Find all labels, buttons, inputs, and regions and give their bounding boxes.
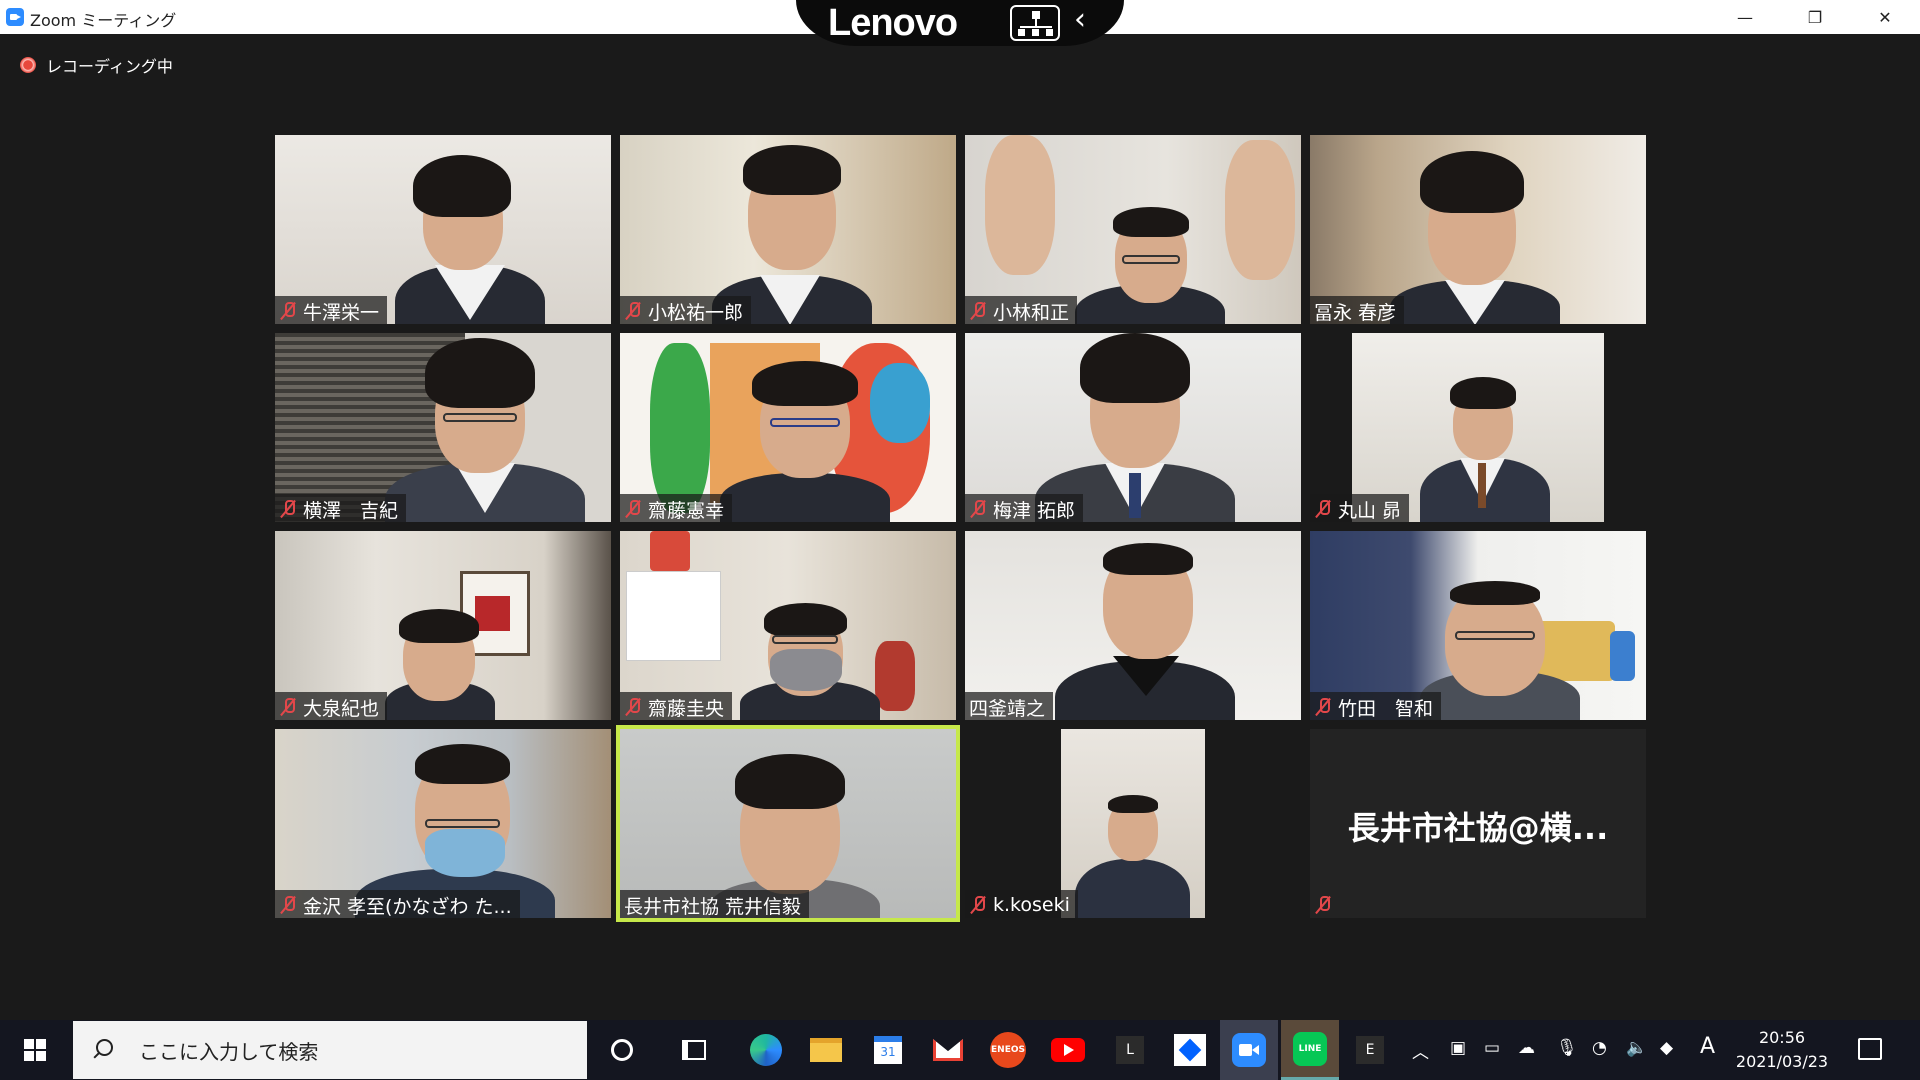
participant-display-name: 長井市社協@横... [1347,809,1609,847]
search-placeholder: ここに入力して検索 [139,1039,319,1064]
participant-nameplate: 竹田 智和 [1310,692,1442,720]
participant-nameplate: 横澤 吉紀 [275,494,407,522]
video-tile[interactable]: 冨永 春彦 [1310,135,1646,324]
mic-muted-icon [279,301,297,321]
lenovo-toolbar: Lenovo ‹ [796,0,1124,46]
line-icon[interactable]: LINE [1281,1020,1339,1080]
video-tile[interactable]: 小林和正 [965,135,1301,324]
dropbox-tray-icon[interactable]: ◆ [1660,1038,1673,1058]
video-tile[interactable]: 小松祐一郎 [620,135,956,324]
collapse-chevron-icon[interactable]: ‹ [1074,2,1086,37]
zoom-icon[interactable] [1220,1020,1278,1080]
mic-muted-icon [1314,697,1332,717]
taskbar-clock[interactable]: 20:56 2021/03/23 [1730,1026,1834,1074]
mic-muted-icon [1314,499,1332,519]
minimize-button[interactable]: — [1710,0,1780,34]
recording-dot-icon [20,57,36,73]
cortana-icon[interactable] [604,1032,640,1068]
onedrive-error-icon[interactable]: ☁ [1518,1038,1535,1058]
video-tile[interactable]: 横澤 吉紀 [275,333,611,522]
notifications-icon[interactable] [1858,1038,1882,1060]
video-tile[interactable]: 牛澤栄一 [275,135,611,324]
participant-nameplate: 冨永 春彦 [1310,296,1405,324]
meet-now-icon[interactable]: ▣ [1450,1038,1466,1058]
close-button[interactable]: ✕ [1850,0,1920,34]
participant-nameplate: 大泉紀也 [275,692,388,720]
windows-logo-icon [24,1039,46,1061]
participant-nameplate: 四釜靖之 [965,692,1054,720]
mic-muted-icon [624,499,642,519]
edge-icon[interactable] [748,1032,784,1068]
file-explorer-icon[interactable] [808,1032,844,1068]
mic-muted-icon [969,895,987,915]
mic-muted-icon [279,697,297,717]
video-tile[interactable]: k.koseki [965,729,1301,918]
video-tile[interactable]: 金沢 孝至(かなざわ た... [275,729,611,918]
mic-muted-icon [969,499,987,519]
active-speaker-tile[interactable]: 長井市社協 荒井信毅 [616,725,960,922]
eneos-icon[interactable]: ENEOS [990,1032,1026,1068]
l-app-icon[interactable]: L [1112,1032,1148,1068]
video-tile[interactable]: 齋藤圭央 [620,531,956,720]
windows-taskbar: ここに入力して検索 31 ENEOS L LINE E ︿ ▣ ▭ ☁ 🎙 ◔ … [0,1020,1920,1080]
participant-nameplate: 齋藤憲幸 [620,494,733,522]
participant-nameplate: 牛澤栄一 [275,296,388,324]
video-off-tile[interactable]: 長井市社協@横... [1310,729,1646,918]
participant-nameplate: 金沢 孝至(かなざわ た... [275,890,520,918]
calendar-icon[interactable]: 31 [870,1032,906,1068]
recording-indicator: レコーディング中 [20,53,173,77]
gallery-view: 牛澤栄一 小松祐一郎 小林和正 冨永 春彦 横澤 吉紀 齋藤憲幸 梅津 拓郎 丸… [275,135,1647,922]
restore-button[interactable]: ❐ [1780,0,1850,34]
video-tile[interactable]: 竹田 智和 [1310,531,1646,720]
e-app-icon[interactable]: E [1352,1032,1388,1068]
mic-muted-icon [1314,895,1332,915]
chevron-up-icon[interactable]: ︿ [1412,1038,1429,1063]
participant-nameplate: 小林和正 [965,296,1078,324]
network-tool-icon[interactable] [1010,5,1060,41]
volume-icon[interactable]: 🔈 [1626,1038,1647,1058]
video-tile[interactable]: 丸山 昴 [1310,333,1646,522]
window-title: Zoom ミーティング [30,11,177,30]
video-tile[interactable]: 四釜靖之 [965,531,1301,720]
clock-time: 20:56 [1758,1028,1806,1047]
mic-muted-icon [279,895,297,915]
gmail-icon[interactable] [930,1032,966,1068]
mic-muted-icon [624,697,642,717]
wifi-icon[interactable]: ◔ [1592,1038,1607,1058]
youtube-icon[interactable] [1050,1032,1086,1068]
search-icon [91,1039,113,1061]
participant-nameplate: 小松祐一郎 [620,296,752,324]
start-button[interactable] [0,1020,70,1080]
zoom-app-icon [6,8,24,26]
mic-muted-icon [279,499,297,519]
lenovo-logo: Lenovo [828,2,958,44]
ime-indicator[interactable]: A [1700,1034,1715,1059]
dropbox-icon[interactable] [1172,1032,1208,1068]
taskbar-search-input[interactable]: ここに入力して検索 [73,1021,587,1079]
video-tile[interactable]: 大泉紀也 [275,531,611,720]
participant-nameplate: 齋藤圭央 [620,692,733,720]
mic-muted-icon [969,301,987,321]
battery-icon[interactable]: ▭ [1484,1038,1500,1058]
participant-nameplate: 長井市社協 荒井信毅 [620,890,810,918]
participant-nameplate: 丸山 昴 [1310,494,1410,522]
task-view-icon[interactable] [676,1032,712,1068]
microphone-icon[interactable]: 🎙 [1556,1038,1578,1058]
recording-label: レコーディング中 [46,57,173,76]
mic-muted-icon [624,301,642,321]
participant-nameplate: k.koseki [965,890,1078,918]
participant-nameplate [1310,890,1346,918]
video-tile[interactable]: 齋藤憲幸 [620,333,956,522]
participant-nameplate: 梅津 拓郎 [965,494,1084,522]
video-tile[interactable]: 梅津 拓郎 [965,333,1301,522]
clock-date: 2021/03/23 [1735,1052,1829,1071]
